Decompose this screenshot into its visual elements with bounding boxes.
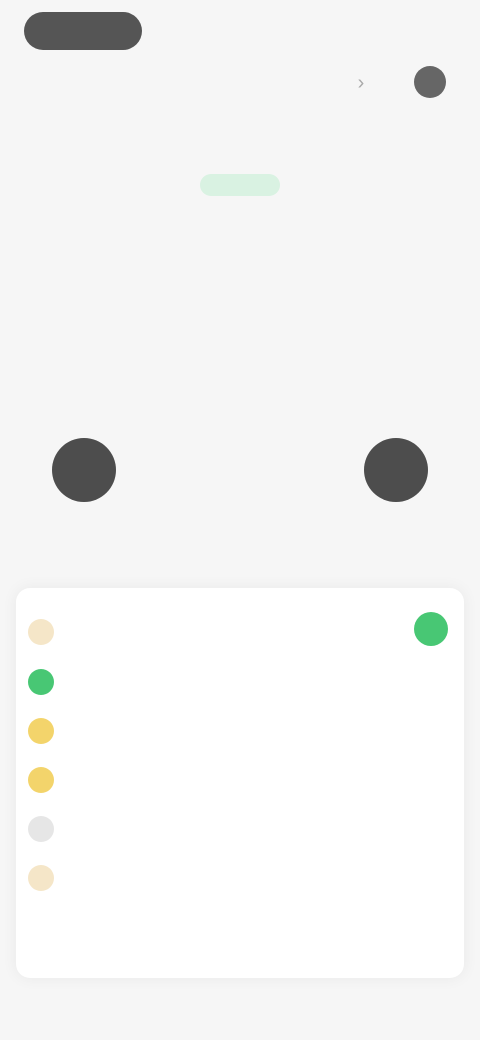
list-item-1[interactable] (28, 617, 288, 647)
toggle-button[interactable] (414, 612, 448, 646)
right-control-button[interactable] (364, 438, 428, 502)
top-left-pill[interactable] (24, 12, 142, 50)
status-dot-icon (28, 865, 54, 891)
list-item-5[interactable] (28, 814, 288, 844)
status-dot-icon (28, 669, 54, 695)
avatar-icon[interactable] (414, 66, 446, 98)
status-dot-icon (28, 816, 54, 842)
status-dot-icon (28, 767, 54, 793)
bottom-tab-bar (0, 980, 480, 1010)
hero-badge (200, 174, 280, 196)
center-title (150, 398, 330, 422)
center-subtitle[interactable] (150, 520, 330, 542)
hero-text (48, 212, 432, 256)
chevron-icon[interactable]: › (348, 70, 374, 96)
status-dot-icon (28, 619, 54, 645)
status-dot-icon (28, 718, 54, 744)
left-control-button[interactable] (52, 438, 116, 502)
list-item-6[interactable] (28, 863, 288, 893)
top-right-status-text (352, 22, 444, 40)
center-value (170, 458, 310, 486)
list-item-2[interactable] (28, 667, 288, 697)
list-item-3[interactable] (28, 716, 288, 746)
list-item-4[interactable] (28, 765, 288, 795)
